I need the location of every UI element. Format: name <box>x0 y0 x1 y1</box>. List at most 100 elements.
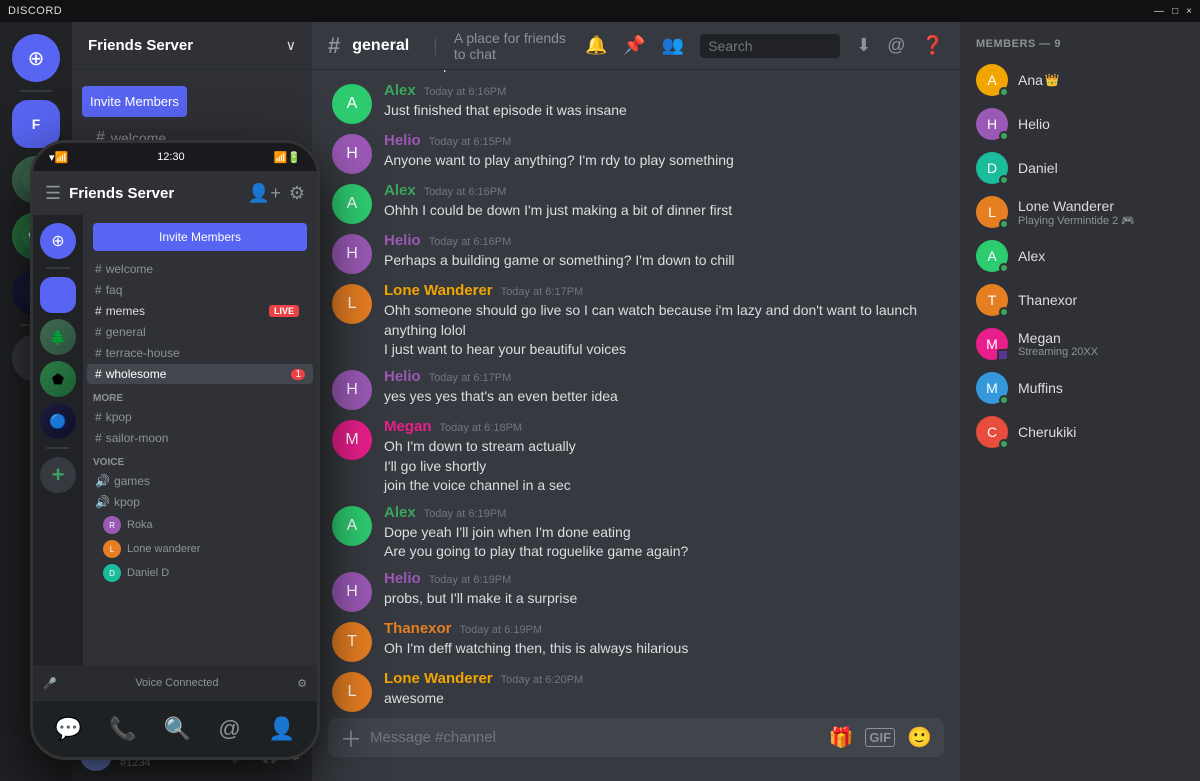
search-input[interactable] <box>700 34 840 58</box>
phone-user-avatar: D <box>103 564 121 582</box>
phone-channel-kpop[interactable]: # kpop <box>87 407 313 427</box>
message-content: Alex Today at 6:19PM Dope yeah I'll join… <box>384 504 940 562</box>
bell-icon[interactable]: 🔔 <box>585 35 607 56</box>
phone-channel-sailor-label: sailor-moon <box>106 431 169 445</box>
message-author: Alex <box>384 504 416 521</box>
member-status <box>999 131 1009 141</box>
message-timestamp: Today at 6:20PM <box>501 674 584 686</box>
phone-channel-general[interactable]: # general <box>87 322 313 342</box>
member-item[interactable]: A Ana 👑 <box>968 58 1192 102</box>
phone-add-member-icon[interactable]: 👤+ <box>248 183 281 204</box>
member-item[interactable]: C Cherukiki <box>968 410 1192 454</box>
phone-time: 12:30 <box>157 151 185 163</box>
phone-overlay: ▾📶 12:30 📶🔋 ☰ Friends Server 👤+ ⚙ ⊕ 🌲 <box>30 140 320 760</box>
message-text: Perhaps a building game or something? I'… <box>384 251 940 271</box>
phone-channel-faq[interactable]: # faq <box>87 280 313 300</box>
member-item[interactable]: D Daniel <box>968 146 1192 190</box>
phone-channel-sailor[interactable]: # sailor-moon <box>87 428 313 448</box>
phone-channel-general-label: general <box>106 325 146 339</box>
phone-voice-user-roka: R Roka <box>83 513 317 537</box>
phone-mic-icon[interactable]: 🎤 <box>43 677 57 690</box>
message-timestamp: Today at 6:16PM <box>424 186 507 198</box>
message-author: Alex <box>384 82 416 99</box>
message-avatar: H <box>332 370 372 410</box>
close-button[interactable]: × <box>1186 6 1192 17</box>
member-status <box>999 175 1009 185</box>
message: M Megan Today at 6:18PM Oh I'm down to s… <box>328 416 944 498</box>
message: T Thanexor Today at 6:19PM Oh I'm deff w… <box>328 618 944 664</box>
channel-topic: A place for friends to chat <box>454 30 577 62</box>
member-item[interactable]: T Thanexor <box>968 278 1192 322</box>
member-item[interactable]: M Megan Streaming 20XX <box>968 322 1192 366</box>
phone-channel-welcome[interactable]: # welcome <box>87 259 313 279</box>
phone-channel-memes[interactable]: # memes LIVE <box>87 301 313 321</box>
phone-server-2[interactable]: 🌲 <box>40 319 76 355</box>
message-author: Helio <box>384 232 421 249</box>
minimize-button[interactable]: — <box>1154 6 1164 17</box>
server-header[interactable]: Friends Server ∨ <box>72 22 312 70</box>
phone-channel-pane[interactable]: Invite Members # welcome # faq # memes L… <box>83 215 317 665</box>
message-header: Helio Today at 6:17PM <box>384 368 940 385</box>
message-text: Ohhh I could be down I'm just making a b… <box>384 201 940 221</box>
phone-friend-server-icon[interactable] <box>40 277 76 313</box>
phone-search-nav[interactable]: 🔍 <box>164 716 191 742</box>
message-author: Lone Wanderer <box>384 282 493 299</box>
attach-file-button[interactable]: ＋ <box>340 722 362 754</box>
phone-menu-icon[interactable]: ☰ <box>45 183 61 204</box>
window-controls[interactable]: — □ × <box>1154 6 1192 17</box>
friends-server-icon[interactable]: F <box>12 100 60 148</box>
message-content: Megan Today at 6:18PM Oh I'm down to str… <box>384 418 940 496</box>
member-status <box>999 307 1009 317</box>
gif-button[interactable]: GIF <box>865 728 895 747</box>
member-item[interactable]: L Lone Wanderer Playing Vermintide 2 🎮 <box>968 190 1192 234</box>
invite-members-button[interactable]: Invite Members <box>82 86 187 117</box>
message-timestamp: Today at 6:19PM <box>429 574 512 586</box>
phone-settings-icon[interactable]: ⚙ <box>289 183 305 204</box>
message-avatar: H <box>332 572 372 612</box>
phone-voice-games[interactable]: 🔊 games <box>87 471 313 491</box>
message-content: Thanexor Today at 6:19PM Oh I'm deff wat… <box>384 620 940 662</box>
pin-icon[interactable]: 📌 <box>623 35 645 56</box>
phone-chat-nav[interactable]: 💬 <box>55 716 82 742</box>
download-icon[interactable]: ⬇ <box>856 35 871 56</box>
message-text: Anyone want to play anything? I'm rdy to… <box>384 151 940 171</box>
phone-add-server[interactable]: + <box>40 457 76 493</box>
phone-invite-button[interactable]: Invite Members <box>93 223 307 251</box>
members-header: MEMBERS — 9 <box>968 38 1192 50</box>
emoji-button[interactable]: 🙂 <box>907 725 932 750</box>
member-info: Helio <box>1018 116 1184 132</box>
server-name: Friends Server <box>88 37 193 54</box>
gift-icon[interactable]: 🎁 <box>829 725 854 750</box>
at-icon[interactable]: @ <box>887 35 905 56</box>
help-icon[interactable]: ❓ <box>922 35 944 56</box>
maximize-button[interactable]: □ <box>1172 6 1178 17</box>
members-icon[interactable]: 👥 <box>662 35 684 56</box>
phone-server-4[interactable]: 🔵 <box>40 403 76 439</box>
phone-discord-home[interactable]: ⊕ <box>40 223 76 259</box>
member-item[interactable]: H Helio <box>968 102 1192 146</box>
phone-profile-nav[interactable]: 👤 <box>268 716 295 742</box>
phone-bottom-nav: 💬 📞 🔍 @ 👤 <box>33 701 317 757</box>
message: H Helio Today at 6:16PM Perhaps a buildi… <box>328 230 944 276</box>
message-text: probs, but I'll make it a surprise <box>384 589 940 609</box>
phone-server-3[interactable]: ⬟ <box>40 361 76 397</box>
message-text: Second episode was WILD <box>384 70 940 74</box>
message-content: Helio Today at 6:16PM Perhaps a building… <box>384 232 940 274</box>
message-author: Lone Wanderer <box>384 670 493 687</box>
phone-hash-icon: # <box>95 325 102 339</box>
phone-mention-nav[interactable]: @ <box>218 716 240 742</box>
phone-channel-terrace[interactable]: # terrace-house <box>87 343 313 363</box>
discord-home-button[interactable]: ⊕ <box>12 34 60 82</box>
message-input[interactable] <box>370 718 829 757</box>
member-avatar: A <box>976 64 1008 96</box>
phone-app: ☰ Friends Server 👤+ ⚙ ⊕ 🌲 ⬟ 🔵 <box>33 171 317 757</box>
phone-channel-kpop-label: kpop <box>106 410 132 424</box>
server-divider <box>20 90 52 92</box>
phone-voice-kpop[interactable]: 🔊 kpop <box>87 492 313 512</box>
phone-call-nav[interactable]: 📞 <box>109 716 136 742</box>
phone-channel-wholesome[interactable]: # wholesome 1 <box>87 364 313 384</box>
member-item[interactable]: A Alex <box>968 234 1192 278</box>
message: A Alex Today at 6:16PM Just finished tha… <box>328 80 944 126</box>
member-item[interactable]: M Muffins <box>968 366 1192 410</box>
phone-server-name: Friends Server <box>69 185 240 202</box>
